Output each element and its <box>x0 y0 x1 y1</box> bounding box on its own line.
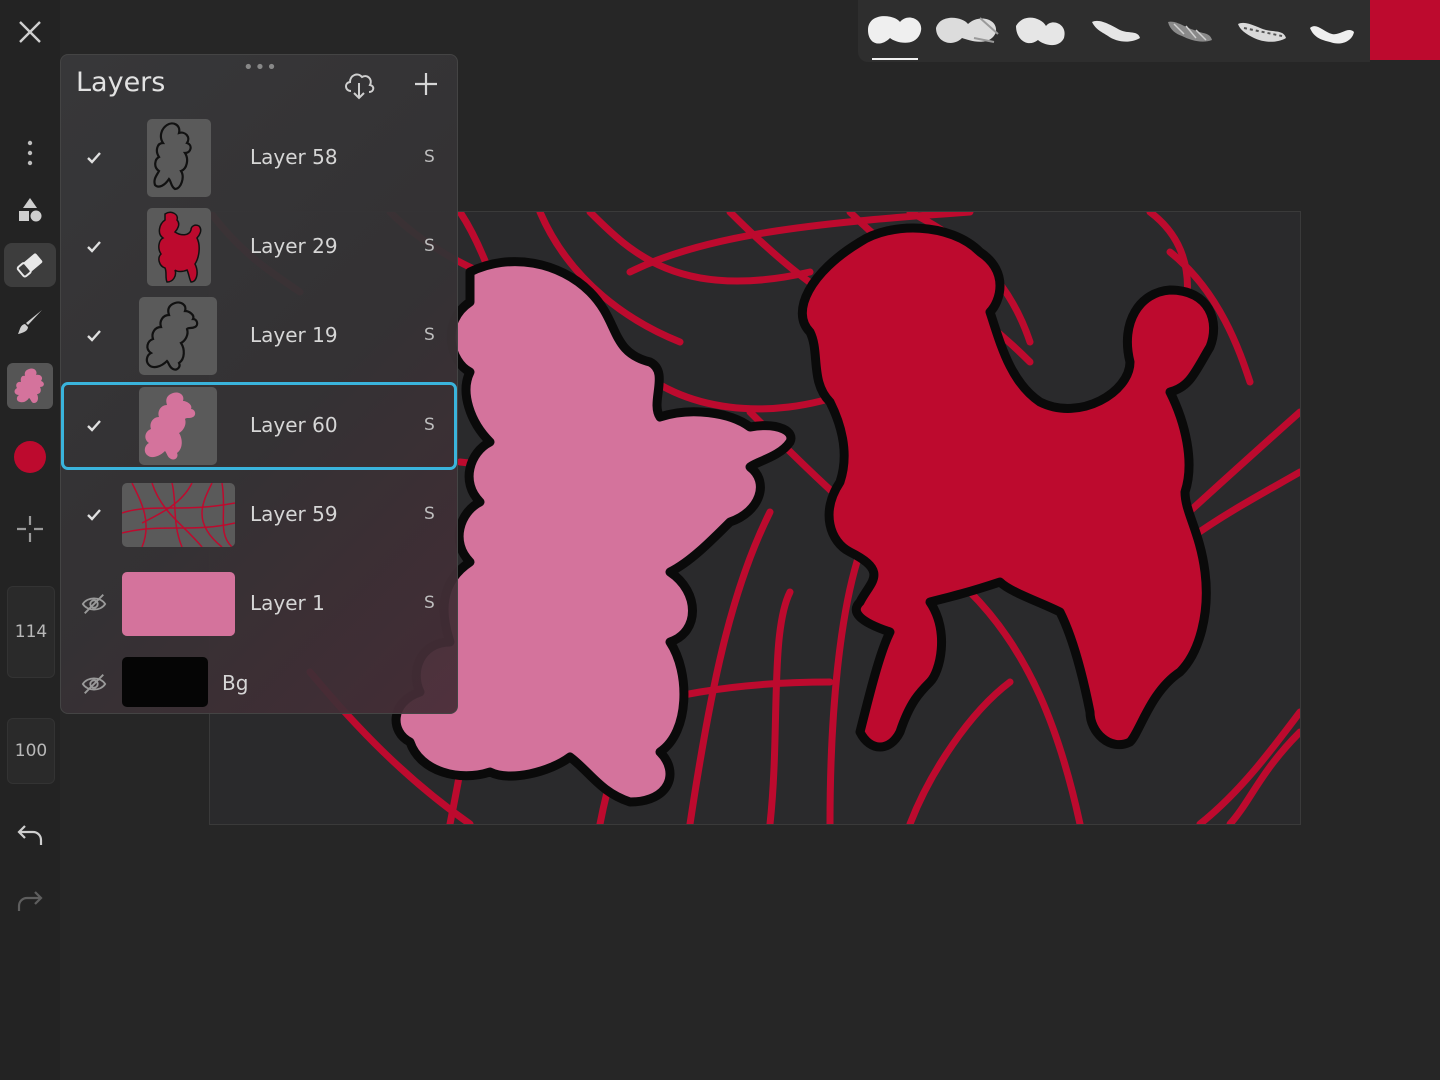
color-icon[interactable] <box>0 438 60 476</box>
layer-row-59[interactable]: Layer 59 S <box>61 471 457 559</box>
visibility-check-icon[interactable] <box>81 234 107 260</box>
redo-icon[interactable] <box>0 884 60 918</box>
add-layer-icon[interactable] <box>413 71 439 101</box>
left-toolbar: 114 100 <box>0 0 60 1080</box>
visibility-hidden-icon[interactable] <box>81 591 107 617</box>
transform-icon[interactable] <box>0 512 60 546</box>
brush-preset-4[interactable] <box>1086 8 1148 52</box>
brush-preset-5[interactable] <box>1160 8 1222 52</box>
undo-icon[interactable] <box>0 818 60 852</box>
layer-name: Layer 19 <box>250 323 338 347</box>
visibility-hidden-icon[interactable] <box>81 671 107 697</box>
layer-blend-flag[interactable]: S <box>424 325 435 345</box>
layer-thumbnail <box>122 657 208 707</box>
brush-size-slider[interactable]: 114 <box>7 586 55 678</box>
cloud-import-icon[interactable] <box>342 67 376 105</box>
layer-blend-flag[interactable]: S <box>424 147 435 167</box>
layer-row-58[interactable]: Layer 58 S <box>61 114 457 202</box>
visibility-check-icon[interactable] <box>81 502 107 528</box>
layer-name: Layer 60 <box>250 413 338 437</box>
visibility-check-icon[interactable] <box>81 145 107 171</box>
panel-drag-handle[interactable]: ••• <box>243 57 278 78</box>
brush-bar <box>858 0 1370 62</box>
current-color-swatch[interactable] <box>1370 0 1440 60</box>
active-layer-thumbnail[interactable] <box>0 362 60 410</box>
layer-name: Layer 59 <box>250 502 338 526</box>
brush-preset-6[interactable] <box>1232 8 1294 52</box>
layer-thumbnail <box>147 208 211 286</box>
layer-row-bg[interactable]: Bg <box>61 649 457 713</box>
layers-panel: ••• Layers Layer 58 S Layer 29 S Layer 1… <box>60 54 458 714</box>
close-icon[interactable] <box>0 14 60 50</box>
layer-thumbnail <box>122 483 235 547</box>
layer-name: Layer 58 <box>250 145 338 169</box>
layer-row-60-selected[interactable]: Layer 60 S <box>61 382 457 470</box>
layer-name: Layer 1 <box>250 591 325 615</box>
brush-icon[interactable] <box>0 306 60 338</box>
selected-brush-indicator <box>872 58 918 60</box>
brush-preset-7[interactable] <box>1302 8 1364 52</box>
layer-name: Layer 29 <box>250 234 338 258</box>
layer-thumbnail <box>139 387 217 465</box>
layer-blend-flag[interactable]: S <box>424 593 435 613</box>
eraser-icon <box>16 253 43 278</box>
opacity-value: 100 <box>14 741 48 761</box>
panel-title: Layers <box>76 67 166 98</box>
layer-row-19[interactable]: Layer 19 S <box>61 292 457 380</box>
layer-blend-flag[interactable]: S <box>424 236 435 256</box>
brush-preset-2[interactable] <box>934 8 999 52</box>
brush-preset-1[interactable] <box>864 8 926 60</box>
opacity-slider[interactable]: 100 <box>7 718 55 784</box>
layer-thumbnail <box>147 119 211 197</box>
layer-blend-flag[interactable]: S <box>424 504 435 524</box>
brush-size-value: 114 <box>14 622 48 642</box>
shapes-icon[interactable] <box>0 194 60 226</box>
layer-name: Bg <box>222 671 249 695</box>
layer-thumbnail <box>122 572 235 636</box>
brush-preset-3[interactable] <box>1010 8 1072 52</box>
more-icon[interactable] <box>0 138 60 168</box>
layer-thumbnail <box>139 297 217 375</box>
layer-row-1[interactable]: Layer 1 S <box>61 560 457 648</box>
visibility-check-icon[interactable] <box>81 413 107 439</box>
visibility-check-icon[interactable] <box>81 323 107 349</box>
layer-row-29[interactable]: Layer 29 S <box>61 203 457 291</box>
layer-blend-flag[interactable]: S <box>424 415 435 435</box>
eraser-button[interactable] <box>4 243 56 287</box>
